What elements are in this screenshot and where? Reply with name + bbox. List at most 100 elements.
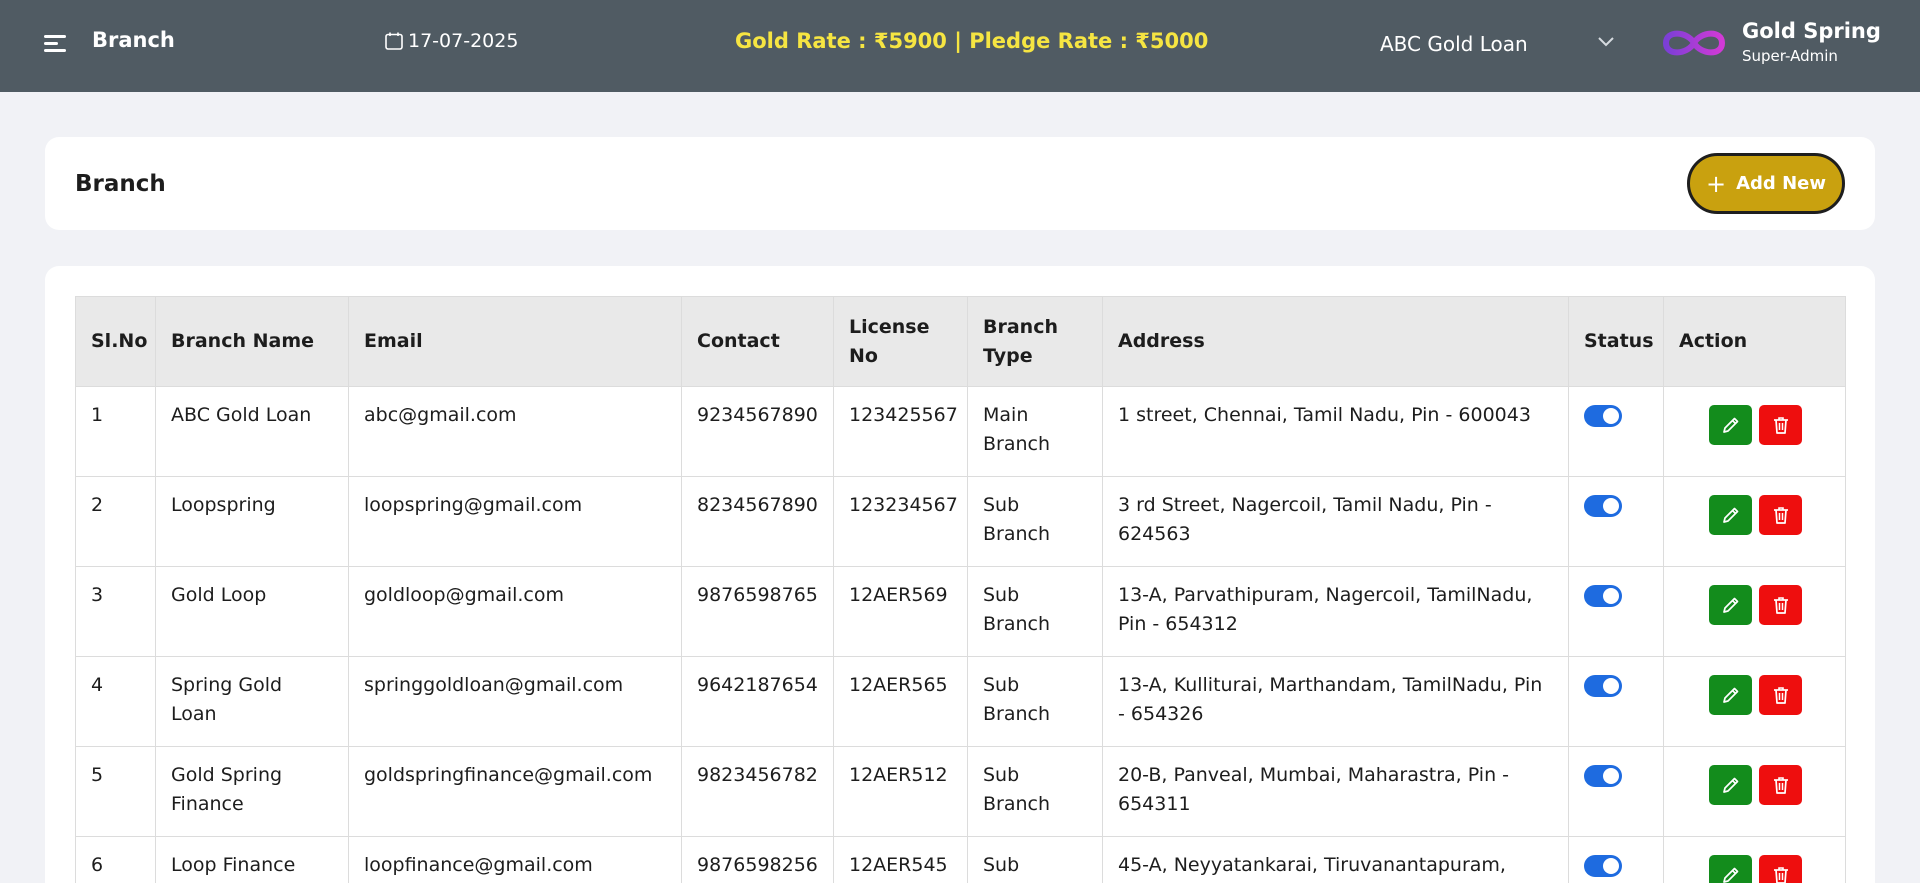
pencil-icon [1722, 417, 1738, 433]
pencil-icon [1722, 597, 1738, 613]
cell-branch-name: ABC Gold Loan [155, 386, 349, 477]
trash-icon [1773, 597, 1788, 614]
cell-license-no: 12AER569 [833, 566, 968, 657]
cell-slno: 1 [75, 386, 156, 477]
cell-address-line: 45-A, Neyyatankarai, Tiruvanantapuram, [1118, 854, 1506, 876]
cell-slno: 5 [75, 746, 156, 837]
edit-button[interactable] [1709, 765, 1752, 805]
cell-status [1568, 386, 1664, 477]
cell-branch-name: Gold Loop [155, 566, 349, 657]
row-actions [1679, 761, 1830, 805]
cell-email: loopfinance@gmail.com [348, 836, 682, 883]
cell-branch-name: Spring Gold Loan [155, 656, 349, 747]
edit-button[interactable] [1709, 405, 1752, 445]
cell-branch-type-line: Sub [983, 764, 1020, 786]
trash-icon [1773, 687, 1788, 704]
status-toggle[interactable] [1584, 405, 1622, 427]
navbar-title: Branch [92, 28, 175, 52]
current-date: 17-07-2025 [384, 30, 518, 52]
header-label: Address [1118, 330, 1205, 352]
cell-slno: 2 [75, 476, 156, 567]
cell-slno: 3 [75, 566, 156, 657]
col-action-header: Action [1663, 296, 1846, 387]
cell-action [1663, 656, 1846, 747]
cell-license-no: 123425567 [833, 386, 968, 477]
cell-address: 13-A, Parvathipuram, Nagercoil, TamilNad… [1102, 566, 1569, 657]
status-toggle[interactable] [1584, 675, 1622, 697]
cell-contact: 9234567890 [681, 386, 834, 477]
cell-branch-type: SubBranch [967, 836, 1103, 883]
col-slno-header: Sl.No [75, 296, 156, 387]
cell-address-line: 1 street, Chennai, Tamil Nadu, Pin - 600… [1118, 404, 1531, 426]
user-name: Gold Spring [1742, 19, 1881, 43]
col-license-no-header: License No [833, 296, 968, 387]
table-row: 2 Loopspring loopspring@gmail.com 823456789… [75, 476, 1846, 567]
cell-address-line: 3 rd Street, Nagercoil, Tamil Nadu, Pin … [1118, 494, 1492, 516]
cell-address: 13-A, Kulliturai, Marthandam, TamilNadu,… [1102, 656, 1569, 747]
status-toggle[interactable] [1584, 585, 1622, 607]
cell-address-line: 654311 [1118, 793, 1191, 815]
cell-branch-name: Loopspring [155, 476, 349, 567]
cell-action [1663, 476, 1846, 567]
cell-branch-type-line: Branch [983, 523, 1051, 545]
col-contact-header: Contact [681, 296, 834, 387]
delete-button[interactable] [1759, 675, 1802, 715]
cell-action [1663, 386, 1846, 477]
cell-branch-type-line: Sub [983, 674, 1020, 696]
hamburger-menu-icon[interactable] [44, 33, 68, 55]
row-actions [1679, 671, 1830, 715]
add-new-button[interactable]: + Add New [1687, 153, 1845, 214]
cell-status [1568, 746, 1664, 837]
col-address-header: Address [1102, 296, 1569, 387]
edit-button[interactable] [1709, 495, 1752, 535]
toggle-knob [1603, 408, 1619, 424]
table-row: 1 ABC Gold Loan abc@gmail.com 9234567890 123… [75, 386, 1846, 477]
plus-icon: + [1706, 169, 1727, 198]
cell-branch-name-line: Gold Spring [171, 764, 283, 786]
delete-button[interactable] [1759, 495, 1802, 535]
header-label: Branch [983, 315, 1058, 338]
pencil-icon [1722, 687, 1738, 703]
cell-license-no: 123234567 [833, 476, 968, 567]
cell-branch-type-line: Sub [983, 494, 1020, 516]
cell-contact: 9876598256 [681, 836, 834, 883]
calendar-icon [385, 32, 403, 50]
cell-address-line: 13-A, Parvathipuram, Nagercoil, TamilNad… [1118, 584, 1533, 606]
cell-branch-name-line: ABC Gold Loan [171, 404, 312, 426]
delete-button[interactable] [1759, 405, 1802, 445]
cell-status [1568, 656, 1664, 747]
page-header-card: Branch + Add New [45, 137, 1875, 230]
cell-slno: 4 [75, 656, 156, 747]
cell-license-no: 12AER512 [833, 746, 968, 837]
cell-branch-name-line: Loop Finance [171, 854, 296, 876]
cell-email: goldloop@gmail.com [348, 566, 682, 657]
edit-button[interactable] [1709, 675, 1752, 715]
delete-button[interactable] [1759, 585, 1802, 625]
edit-button[interactable] [1709, 585, 1752, 625]
row-actions [1679, 581, 1830, 625]
delete-button[interactable] [1759, 855, 1802, 883]
cell-branch-name-line: Loopspring [171, 494, 276, 516]
cell-slno: 6 [75, 836, 156, 883]
status-toggle[interactable] [1584, 855, 1622, 877]
company-selector-label[interactable]: ABC Gold Loan [1380, 32, 1528, 56]
cell-action [1663, 746, 1846, 837]
delete-button[interactable] [1759, 765, 1802, 805]
cell-contact: 9642187654 [681, 656, 834, 747]
header-label: License [849, 315, 930, 338]
header-label: Type [983, 344, 1033, 367]
cell-branch-type-line: Branch [983, 613, 1051, 635]
cell-status [1568, 836, 1664, 883]
chevron-down-icon[interactable] [1596, 34, 1616, 50]
cell-branch-name-line: Spring Gold [171, 674, 283, 696]
cell-branch-type-line: Sub [983, 584, 1020, 606]
cell-address: 1 street, Chennai, Tamil Nadu, Pin - 600… [1102, 386, 1569, 477]
status-toggle[interactable] [1584, 765, 1622, 787]
col-email-header: Email [348, 296, 682, 387]
cell-address-line: 624563 [1118, 523, 1191, 545]
edit-button[interactable] [1709, 855, 1752, 883]
branch-table-card: Sl.No Branch Name Email Contact License No Bra… [45, 266, 1875, 883]
table-header-row: Sl.No Branch Name Email Contact License No Bra… [75, 296, 1846, 387]
status-toggle[interactable] [1584, 495, 1622, 517]
col-status-header: Status [1568, 296, 1664, 387]
